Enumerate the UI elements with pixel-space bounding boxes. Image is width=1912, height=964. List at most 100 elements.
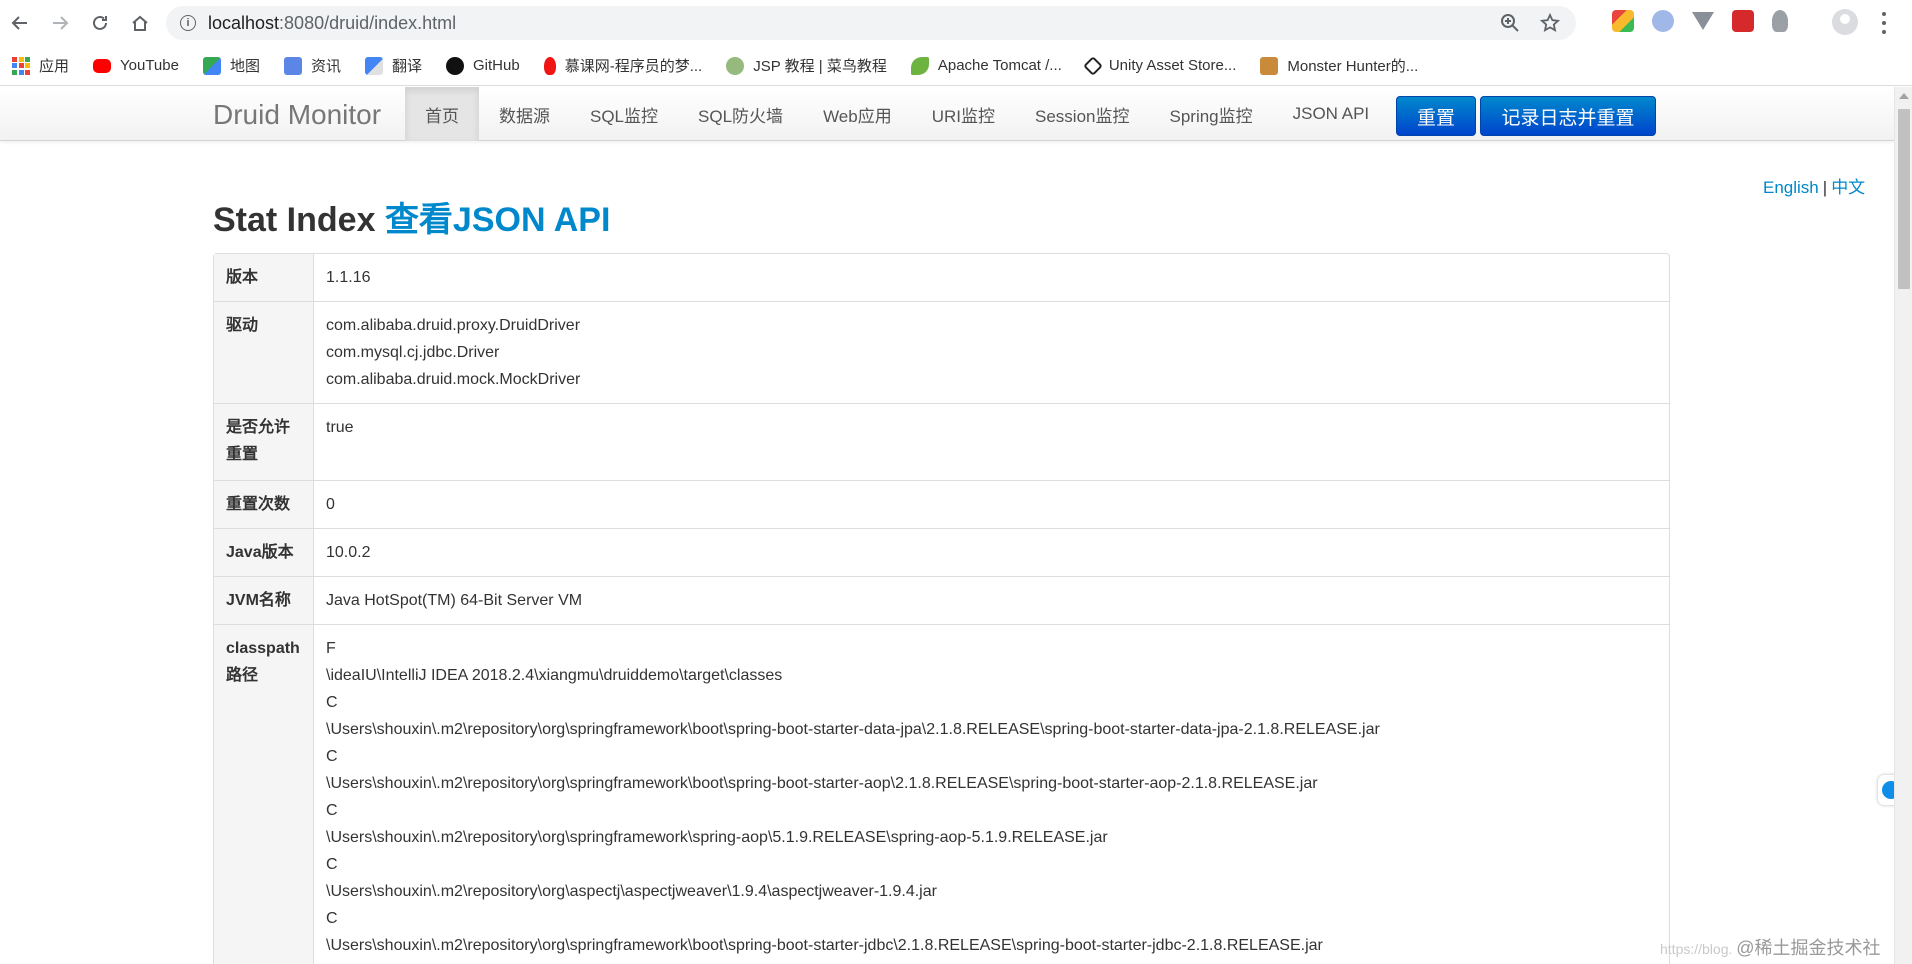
driver-item: com.mysql.cj.jdbc.Driver: [326, 344, 500, 361]
classpath-item: \Users\shouxin\.m2\repository\org\aspect…: [326, 883, 937, 900]
row-key: 驱动: [214, 301, 314, 403]
reset-button[interactable]: 重置: [1396, 96, 1476, 136]
driver-item: com.alibaba.druid.proxy.DruidDriver: [326, 317, 581, 334]
tomcat-icon: [910, 56, 929, 75]
table-row: Java版本 10.0.2: [214, 528, 1669, 576]
classpath-item: F: [326, 640, 336, 657]
row-value: 10.0.2: [314, 528, 1669, 576]
nav-item-weburi[interactable]: URI监控: [912, 87, 1015, 141]
stat-table: 版本 1.1.16 驱动 com.alibaba.druid.proxy.Dru…: [213, 253, 1670, 964]
nav-item-webapp[interactable]: Web应用: [803, 87, 912, 141]
imooc-icon: [543, 56, 556, 75]
address-bar[interactable]: i localhost:8080/druid/index.html: [166, 6, 1576, 40]
nav-item-wall[interactable]: SQL防火墙: [678, 87, 803, 141]
bookmark-label: 资讯: [310, 58, 341, 75]
classpath-item: C: [326, 802, 338, 819]
reload-icon: [93, 15, 107, 30]
monster-hunter-icon: [1260, 56, 1279, 75]
bookmark-unity[interactable]: Unity Asset Store...: [1082, 55, 1237, 76]
extension-globe-icon[interactable]: [1652, 10, 1674, 32]
bookmark-label: GitHub: [473, 57, 520, 74]
lang-separator: |: [1822, 178, 1828, 197]
brand-title[interactable]: Druid Monitor: [213, 99, 381, 131]
extension-colorful-icon[interactable]: [1612, 10, 1634, 32]
bookmark-imooc[interactable]: 慕课网-程序员的梦...: [543, 55, 702, 76]
bookmark-label: Unity Asset Store...: [1108, 57, 1237, 74]
row-value: Java HotSpot(TM) 64-Bit Server VM: [314, 576, 1669, 624]
table-row: 重置次数 0: [214, 480, 1669, 528]
bookmark-label: YouTube: [120, 57, 179, 74]
bookmark-news[interactable]: 资讯: [283, 55, 341, 76]
page-scrollbar[interactable]: [1894, 87, 1912, 964]
back-button[interactable]: [0, 3, 40, 43]
watermark: https://blog. @稀土掘金技术社区: [1660, 934, 1894, 964]
scroll-up-arrow-icon[interactable]: [1899, 93, 1909, 99]
bookmark-star-icon[interactable]: [1540, 13, 1560, 33]
nav-item-spring[interactable]: Spring监控: [1149, 87, 1272, 141]
browser-menu-icon[interactable]: [1874, 12, 1894, 34]
youtube-icon: [93, 58, 112, 73]
classpath-item: \Users\shouxin\.m2\repository\org\spring…: [326, 775, 1318, 792]
view-json-api-link[interactable]: 查看JSON API: [385, 201, 610, 239]
lang-english-link[interactable]: English: [1763, 178, 1819, 197]
classpath-item: C: [326, 910, 338, 927]
nav-item-json-api[interactable]: JSON API: [1273, 87, 1390, 141]
unity-icon: [1082, 55, 1103, 76]
page-title-text: Stat Index: [213, 201, 376, 239]
classpath-item: C: [326, 856, 338, 873]
reload-button[interactable]: [80, 3, 120, 43]
extension-red-icon[interactable]: [1732, 10, 1754, 32]
bookmarks-bar: 应用 YouTube 地图 资讯 翻译 GitHub 慕课网-程序员的梦... …: [0, 46, 1912, 86]
profile-avatar-icon[interactable]: [1832, 9, 1858, 35]
table-row: JVM名称 Java HotSpot(TM) 64-Bit Server VM: [214, 576, 1669, 624]
nav-item-datasource[interactable]: 数据源: [479, 87, 570, 141]
extension-bulb-icon[interactable]: [1772, 10, 1788, 32]
table-row: 驱动 com.alibaba.druid.proxy.DruidDriver c…: [214, 301, 1669, 403]
bookmark-youtube[interactable]: YouTube: [93, 57, 179, 74]
row-key: 版本: [214, 254, 314, 301]
arrow-right-icon: [53, 16, 69, 30]
row-value: 0: [314, 480, 1669, 528]
log-and-reset-button[interactable]: 记录日志并重置: [1480, 96, 1656, 136]
home-button[interactable]: [120, 3, 160, 43]
github-icon: [446, 56, 465, 75]
classpath-item: \ideaIU\IntelliJ IDEA 2018.2.4\xiangmu\d…: [326, 667, 783, 684]
extension-vue-icon[interactable]: [1692, 12, 1714, 30]
row-key: Java版本: [214, 528, 314, 576]
bookmark-apps[interactable]: 应用: [12, 55, 69, 76]
lang-chinese-link[interactable]: 中文: [1831, 178, 1865, 197]
info-icon[interactable]: i: [180, 15, 196, 31]
bookmark-label: Monster Hunter的...: [1287, 58, 1419, 75]
row-value-list: com.alibaba.druid.proxy.DruidDriver com.…: [314, 301, 1669, 403]
nav-item-sql[interactable]: SQL监控: [570, 87, 678, 141]
bookmark-maps[interactable]: 地图: [202, 55, 260, 76]
classpath-item: \Users\shouxin\.m2\repository\org\spring…: [326, 829, 1108, 846]
bookmark-github[interactable]: GitHub: [446, 56, 520, 75]
row-key: classpath路径: [214, 624, 314, 964]
driver-item: com.alibaba.druid.mock.MockDriver: [326, 371, 581, 388]
classpath-item: \Users\shouxin\.m2\repository\org\spring…: [326, 721, 1380, 738]
forward-button[interactable]: [40, 3, 80, 43]
url-host: localhost: [208, 12, 280, 33]
bookmark-label: 翻译: [392, 58, 423, 75]
nav-item-websession[interactable]: Session监控: [1015, 87, 1149, 141]
bookmark-translate[interactable]: 翻译: [365, 55, 422, 76]
news-icon: [283, 56, 302, 75]
row-key: JVM名称: [214, 576, 314, 624]
zoom-icon[interactable]: [1500, 13, 1520, 33]
bookmark-runoob[interactable]: JSP 教程 | 菜鸟教程: [726, 55, 887, 76]
maps-icon: [202, 56, 221, 75]
classpath-item: C: [326, 694, 338, 711]
row-key: 是否允许重置: [214, 403, 314, 480]
extension-icons: [1612, 10, 1788, 32]
bookmark-tomcat[interactable]: Apache Tomcat /...: [910, 56, 1062, 75]
watermark-faint: https://blog.: [1660, 941, 1733, 957]
nav-item-home[interactable]: 首页: [405, 87, 479, 141]
bookmark-label: 地图: [229, 58, 260, 75]
bookmark-monster-hunter[interactable]: Monster Hunter的...: [1260, 55, 1418, 76]
bookmark-label: 应用: [39, 58, 70, 75]
page-title: Stat Index 查看JSON API: [213, 192, 610, 241]
classpath-item: \Users\shouxin\.m2\repository\org\spring…: [326, 937, 1323, 954]
scrollbar-thumb[interactable]: [1898, 109, 1910, 289]
language-switcher: English | 中文: [1763, 173, 1865, 198]
